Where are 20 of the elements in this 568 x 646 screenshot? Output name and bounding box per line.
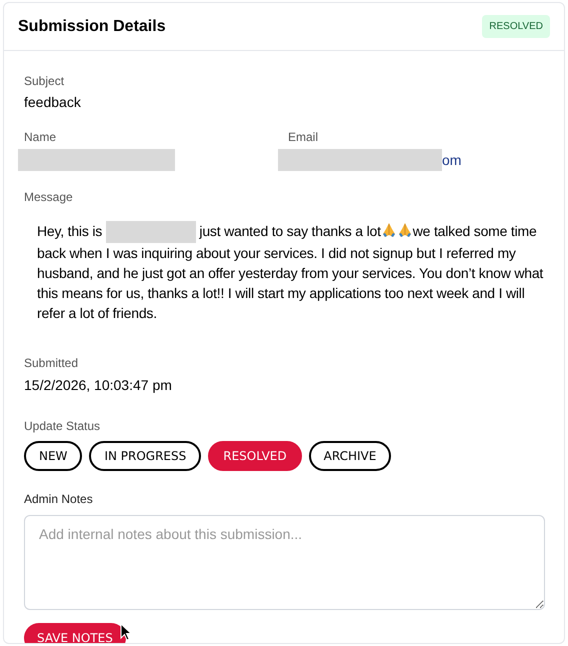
submitted-value: 15/2/2026, 10:03:47 pm xyxy=(24,376,173,394)
status-option-button[interactable]: RESOLVED xyxy=(208,441,302,472)
field-label: Admin Notes xyxy=(24,491,94,508)
notes-field[interactable]: Add internal notes about this submission... xyxy=(24,515,545,610)
card-title: Submission Details xyxy=(18,16,166,36)
field-label: Subject xyxy=(24,73,66,89)
status-option-button[interactable]: IN PROGRESS xyxy=(89,441,202,472)
cursor-icon xyxy=(120,623,132,642)
status-badge: RESOLVED xyxy=(482,15,550,38)
status-option-button[interactable]: NEW xyxy=(24,441,82,472)
email-link[interactable]: om xyxy=(442,150,462,170)
field-label: Update Status xyxy=(24,418,102,434)
field-label: Email xyxy=(288,129,320,145)
status-option-button[interactable]: ARCHIVE xyxy=(308,441,392,472)
field-label: Submitted xyxy=(24,355,80,372)
subject-value: feedback xyxy=(24,93,82,111)
save-notes-button[interactable]: SAVE NOTES xyxy=(24,623,126,643)
field-label: Message xyxy=(24,189,74,205)
message-text: Hey, this is just wanted to say thanks a lot we talked some time back when I was inquiring about your services. I did not signup but I referred my husband, and he just got an offer yesterday from your services. You don’t know what this means for us, thanks a lot!! I will start my applications too next week and I will refer a lot of friends. xyxy=(36,221,544,324)
field-label: Name xyxy=(24,129,58,145)
